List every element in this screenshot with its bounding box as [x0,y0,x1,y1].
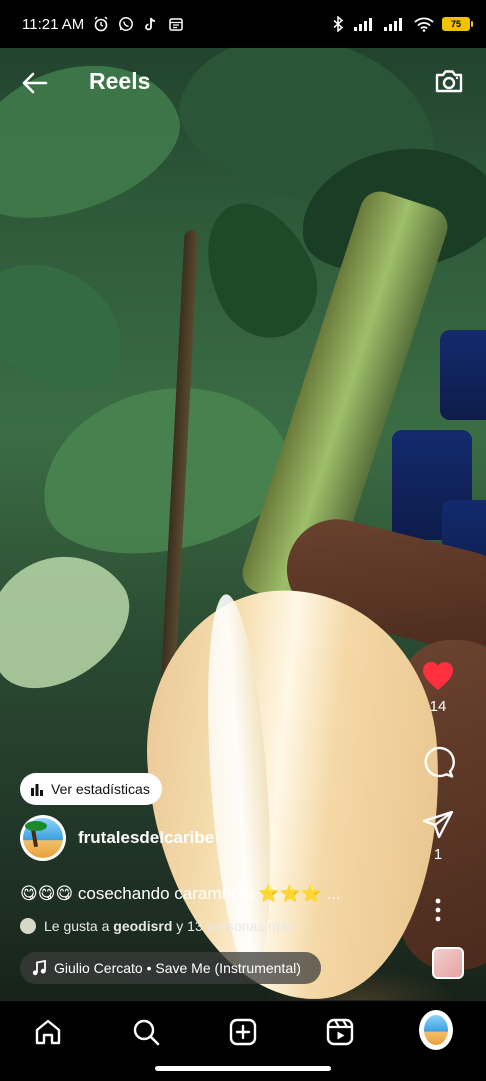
heart-icon [423,662,453,690]
like-count: 14 [429,698,447,715]
more-options-button[interactable] [408,898,468,922]
avatar[interactable] [20,815,66,861]
profile-avatar[interactable] [419,1010,453,1050]
page-title: Reels [89,68,151,94]
comment-button[interactable] [408,745,468,779]
share-button[interactable]: 1 [408,810,468,863]
calendar-icon [167,16,184,33]
bar-chart-icon [31,784,43,796]
liked-by-text: Le gusta a geodisrd y 13 personas más [44,918,295,934]
comment-icon [424,746,455,778]
audio-track-button[interactable]: Giulio Cercato • Save Me (Instrumental) [20,952,321,984]
alarm-icon [92,16,109,33]
home-icon[interactable] [31,1015,65,1049]
battery-icon: 75 [442,17,473,31]
music-note-icon [32,960,46,976]
bluetooth-icon [329,16,346,33]
post-caption[interactable]: 😋😋😋 cosechando carambola ⭐⭐⭐ ... [20,884,341,904]
status-time: 11:21 AM [22,15,85,33]
view-insights-button[interactable]: Ver estadísticas [20,773,162,805]
signal-icon [384,16,406,33]
arrow-left-icon[interactable] [18,66,52,100]
username[interactable]: frutalesdelcaribe [78,828,214,848]
audio-thumbnail[interactable] [432,947,464,979]
search-icon[interactable] [129,1015,163,1049]
whatsapp-icon [117,16,134,33]
share-count: 1 [433,846,443,863]
reels-header: Reels [0,58,486,106]
camera-icon[interactable] [432,64,466,98]
liker-avatar [20,918,36,934]
reels-icon[interactable] [323,1015,357,1049]
post-author[interactable]: frutalesdelcaribe [20,815,214,861]
send-icon [422,810,454,839]
more-vertical-icon [435,898,441,922]
signal-icon [354,16,376,33]
view-insights-label: Ver estadísticas [51,781,150,797]
status-bar: 11:21 AM 75 [0,0,486,48]
create-icon[interactable] [226,1015,260,1049]
home-indicator[interactable] [155,1066,331,1071]
like-button[interactable]: 14 [408,660,468,715]
wifi-icon [414,16,434,33]
audio-track-label: Giulio Cercato • Save Me (Instrumental) [54,960,301,976]
tiktok-icon [142,16,159,33]
liked-by[interactable]: Le gusta a geodisrd y 13 personas más [20,918,295,934]
